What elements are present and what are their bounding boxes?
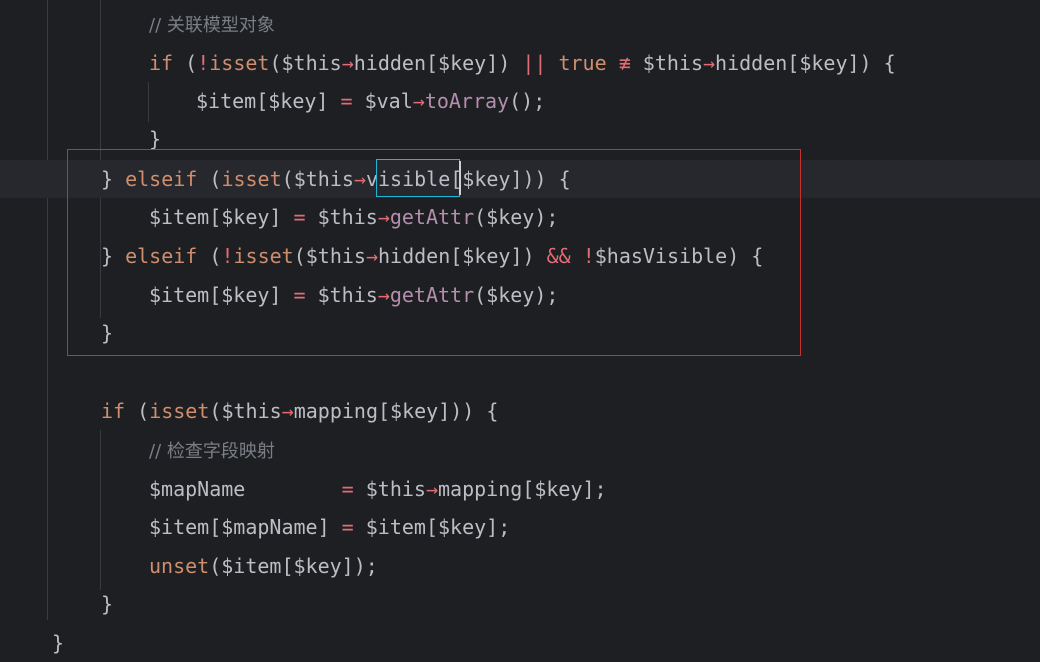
code-token: // bbox=[149, 441, 167, 462]
code-editor[interactable]: // 关联模型对象 if (!isset($this→hidden[$key]) … bbox=[0, 0, 1040, 655]
code-token: $this bbox=[630, 51, 703, 75]
code-token: → bbox=[702, 51, 716, 75]
code-token: toArray bbox=[424, 89, 510, 113]
code-token: ( bbox=[173, 51, 198, 75]
code-token: mapping[$key]; bbox=[438, 477, 607, 501]
code-token: hidden[$key]) bbox=[353, 51, 523, 75]
code-token: $mapName bbox=[149, 477, 342, 501]
code-token: 关联模型对象 bbox=[166, 15, 275, 36]
code-token: → bbox=[341, 51, 354, 75]
code-token: hidden[$key]) { bbox=[715, 51, 896, 75]
code-token: isset bbox=[209, 51, 270, 75]
code-token: ≢ bbox=[618, 51, 631, 75]
code-token: = bbox=[341, 515, 354, 539]
code-line[interactable]: unset($item[$key]); bbox=[0, 547, 1040, 585]
code-line[interactable] bbox=[0, 353, 1040, 391]
code-token: → bbox=[281, 399, 294, 423]
code-token: true bbox=[558, 51, 607, 75]
code-token: if bbox=[101, 399, 126, 423]
code-token: = bbox=[340, 89, 353, 113]
code-token: $this bbox=[353, 477, 426, 501]
code-token: $item[$key]; bbox=[353, 515, 511, 539]
code-line[interactable]: if (isset($this→mapping[$key])) { bbox=[0, 392, 1040, 430]
code-token: } bbox=[149, 127, 162, 151]
code-token: ( bbox=[125, 399, 150, 423]
code-token: unset bbox=[149, 554, 210, 578]
code-token: → bbox=[425, 477, 438, 501]
code-token: ! bbox=[197, 51, 210, 75]
code-token: isset bbox=[149, 399, 210, 423]
code-token: = bbox=[341, 477, 354, 501]
code-line[interactable]: $item[$key] = $val→toArray(); bbox=[0, 82, 1040, 120]
code-token: $item[$key] bbox=[196, 89, 341, 113]
code-line[interactable]: // 检查字段映射 bbox=[0, 431, 1040, 469]
code-token: $item[$mapName] bbox=[149, 515, 342, 539]
code-token: mapping[$key])) { bbox=[293, 399, 499, 423]
code-token: if bbox=[149, 51, 174, 75]
code-token: ($this bbox=[209, 399, 282, 423]
code-line[interactable]: // 关联模型对象 bbox=[0, 5, 1040, 43]
code-token: } bbox=[101, 592, 114, 616]
code-line[interactable]: } bbox=[0, 585, 1040, 623]
code-token: // bbox=[149, 15, 167, 36]
code-line[interactable]: $mapName = $this→mapping[$key]; bbox=[0, 470, 1040, 508]
code-line[interactable]: $item[$mapName] = $item[$key]; bbox=[0, 508, 1040, 546]
code-token: (); bbox=[509, 89, 546, 113]
code-token: ($this bbox=[269, 51, 342, 75]
code-token: ($item[$key]); bbox=[209, 554, 378, 578]
code-token: 检查字段映射 bbox=[166, 441, 275, 462]
code-token: } bbox=[52, 631, 65, 655]
code-token: $val bbox=[352, 89, 413, 113]
code-token: → bbox=[412, 89, 425, 113]
code-token: || bbox=[522, 51, 547, 75]
code-line[interactable]: } bbox=[0, 624, 1040, 662]
text-caret bbox=[459, 161, 461, 195]
word-highlight bbox=[376, 159, 460, 197]
code-line[interactable]: if (!isset($this→hidden[$key]) || true ≢… bbox=[0, 44, 1040, 82]
